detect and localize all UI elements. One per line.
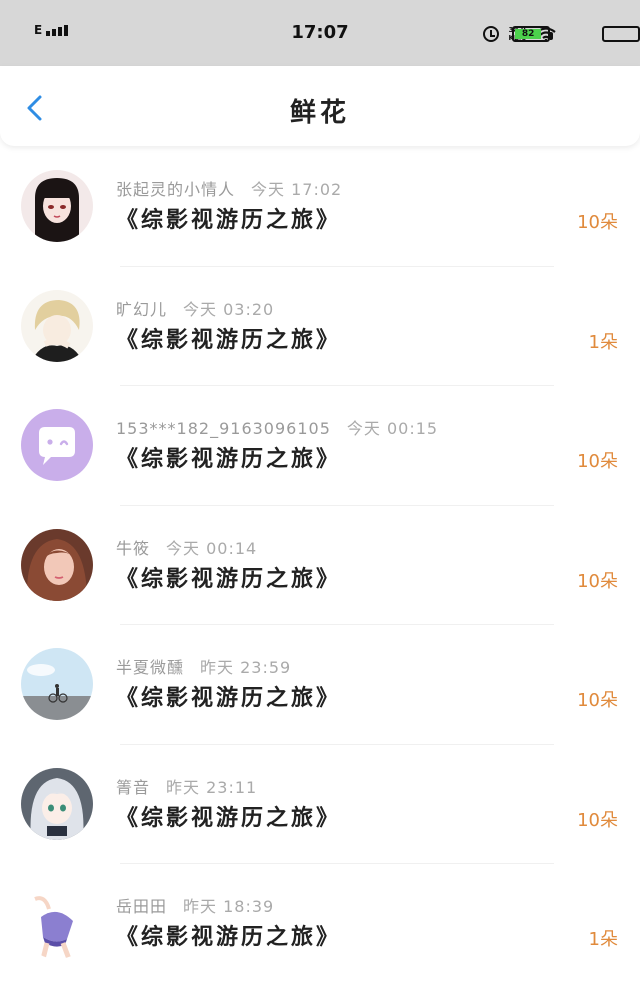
flower-count: 10朵 (577, 212, 618, 233)
list-item[interactable]: 张起灵的小情人 今天 17:02 《综影视游历之旅》 10朵 (0, 146, 640, 266)
avatar[interactable] (21, 767, 93, 840)
sender-name: 箐音 (116, 777, 151, 797)
send-time: 昨天 18:39 (183, 897, 275, 916)
flower-list: 张起灵的小情人 今天 17:02 《综影视游历之旅》 10朵 旷幻儿 今天 03:2… (0, 146, 640, 983)
sender-name: 岳田田 (116, 897, 168, 916)
sender-name: 张起灵的小情人 (116, 180, 236, 199)
send-time: 今天 00:15 (346, 419, 439, 438)
flower-count: 10朵 (577, 451, 618, 472)
sender-name: 牛筱 (116, 538, 151, 558)
alarm-icon (482, 26, 499, 42)
sender-name: 旷幻儿 (116, 299, 168, 319)
sender-meta: 旷幻儿 今天 03:20 (116, 296, 274, 320)
list-item[interactable]: 箐音 昨天 23:11 《综影视游历之旅》 10朵 (0, 743, 640, 864)
flower-count: 10朵 (577, 570, 618, 592)
page-title: 鲜花 (289, 98, 350, 128)
list-item[interactable]: 半夏微醺 昨天 23:59 《综影视游历之旅》 10朵 (0, 624, 640, 744)
flower-count: 1朵 (588, 929, 618, 950)
sender-meta: 张起灵的小情人 今天 17:02 (116, 176, 342, 200)
flower-count: 1朵 (588, 331, 618, 353)
sender-meta: 牛筱 今天 00:14 (116, 535, 257, 559)
list-item[interactable]: 岳田田 昨天 18:39 《综影视游历之旅》 1朵 (0, 863, 640, 983)
sender-meta: 岳田田 昨天 18:39 (116, 893, 274, 917)
avatar[interactable] (21, 528, 93, 601)
flower-count: 10朵 (577, 690, 618, 711)
avatar[interactable] (21, 887, 93, 959)
avatar[interactable] (21, 170, 93, 242)
sender-name: 153***182_9163096105 (116, 419, 331, 438)
flower-count: 10朵 (577, 809, 618, 831)
list-item[interactable]: 牛筱 今天 00:14 《综影视游历之旅》 10朵 (0, 504, 640, 625)
sender-name: 半夏微醺 (116, 658, 185, 677)
avatar[interactable] (21, 409, 93, 481)
list-item[interactable]: 旷幻儿 今天 03:20 《综影视游历之旅》 1朵 (0, 265, 640, 386)
send-time: 今天 17:02 (251, 180, 343, 199)
sender-meta: 半夏微醺 昨天 23:59 (116, 654, 291, 678)
list-item[interactable]: 153***182_9163096105 今天 00:15 《综影视游历之旅》 1… (0, 385, 640, 505)
send-time: 昨天 23:59 (200, 658, 292, 677)
book-title: 《综影视游历之旅》 (116, 566, 342, 592)
book-title: 《综影视游历之旅》 (116, 327, 342, 353)
send-time: 昨天 23:11 (166, 777, 258, 797)
status-bar: E 17:07 38.9 KB/s 82 (0, 0, 640, 66)
sender-meta: 153***182_9163096105 今天 00:15 (116, 415, 438, 439)
battery-level: 82 (512, 26, 553, 42)
nav-bar: 鲜花 (0, 66, 640, 146)
book-title: 《综影视游历之旅》 (116, 686, 342, 711)
book-title: 《综影视游历之旅》 (116, 925, 342, 950)
battery-tip (550, 32, 553, 40)
avatar[interactable] (21, 289, 93, 362)
send-time: 今天 00:14 (166, 538, 258, 558)
sender-meta: 箐音 昨天 23:11 (116, 774, 257, 798)
send-time: 今天 03:20 (183, 299, 275, 319)
book-title: 《综影视游历之旅》 (116, 208, 342, 233)
book-title: 《综影视游历之旅》 (116, 805, 342, 831)
book-title: 《综影视游历之旅》 (116, 447, 342, 472)
avatar[interactable] (21, 648, 93, 720)
